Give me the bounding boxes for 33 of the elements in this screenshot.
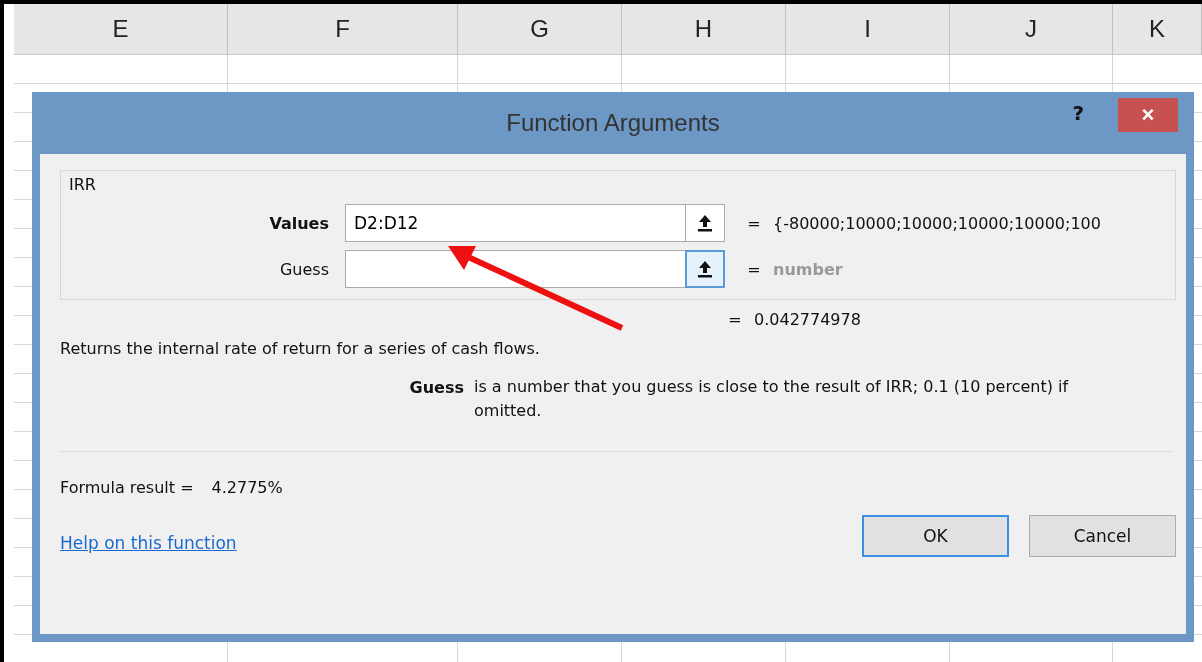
column-header[interactable]: G [458,4,622,54]
argument-result: number [773,259,843,279]
window-title: Function Arguments [506,109,720,137]
formula-result: 4.2775% [211,478,283,497]
column-header[interactable]: E [14,4,228,54]
column-header[interactable]: H [622,4,786,54]
help-button[interactable]: ? [1066,100,1090,126]
column-header[interactable]: I [786,4,950,54]
cancel-button[interactable]: Cancel [1029,515,1176,557]
formula-result-label: Formula result = [60,478,194,497]
function-description: Returns the internal rate of return for a series of cash flows. [60,339,541,358]
column-header[interactable]: J [950,4,1113,54]
upload-arrow-icon [696,259,714,279]
column-header[interactable]: K [1113,4,1202,54]
formula-value: 0.042774978 [754,310,861,329]
argument-label: Guess [278,259,330,279]
upload-arrow-icon [696,213,714,233]
function-name: IRR [69,175,97,194]
argument-name: Guess [408,378,465,399]
equals-sign: = [746,213,762,233]
input-field[interactable] [345,250,685,288]
collapse-button[interactable] [685,204,725,242]
equals-sign: = [727,310,743,329]
equals-sign: = [746,259,762,279]
help-link[interactable]: Help on this function [60,533,237,553]
argument-description: is a number that you guess is close to the result of IRR; 0.1 (10 percent) if omitted. [474,376,1070,422]
input-field[interactable]: D2:D12 [345,204,685,242]
column-header[interactable]: F [228,4,458,54]
close-button[interactable]: × [1118,98,1178,132]
argument-result: {-80000;10000;10000;10000;10000;100 [773,213,1101,233]
argument-label: Values [268,213,330,233]
ok-button[interactable]: OK [862,515,1009,557]
collapse-button[interactable] [685,250,725,288]
